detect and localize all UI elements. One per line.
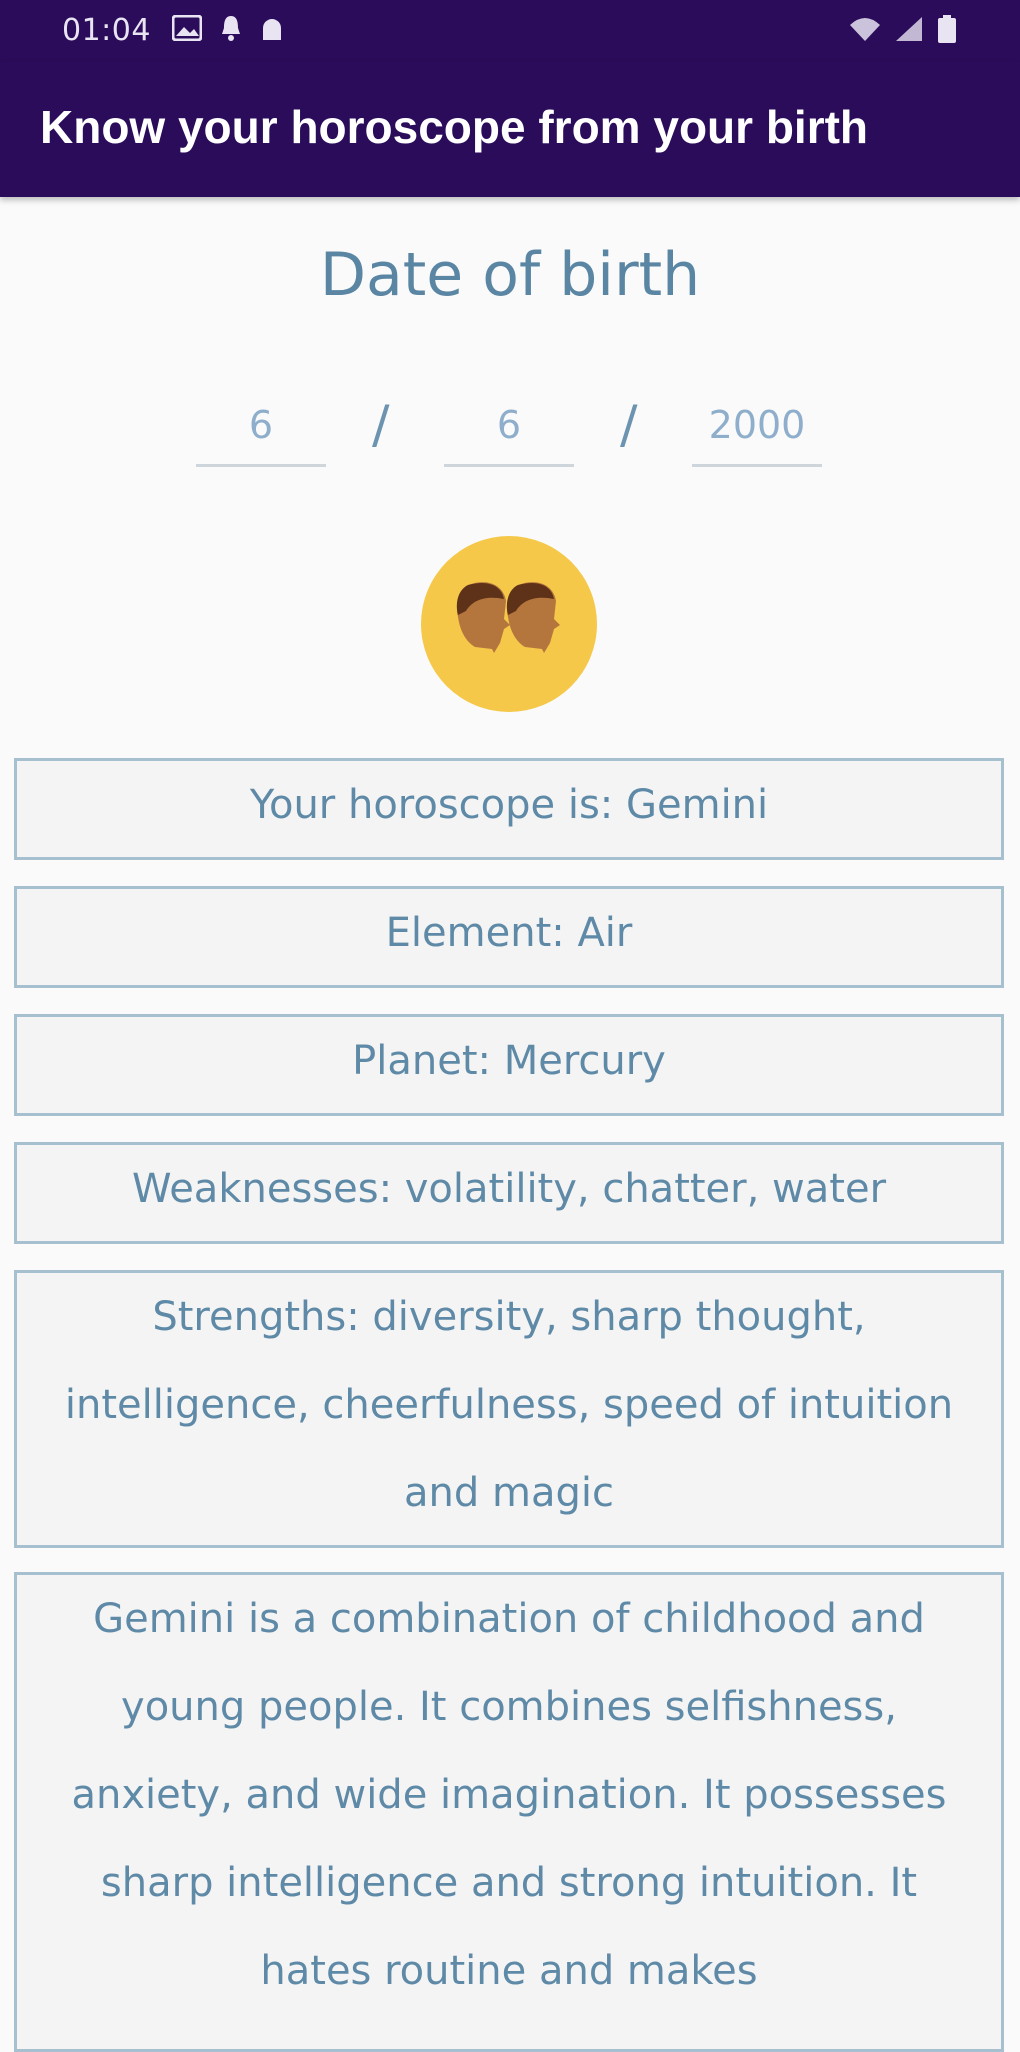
description-result: Gemini is a combination of childhood and… (14, 1572, 1004, 2052)
planet-result: Planet: Mercury (14, 1014, 1004, 1116)
status-time: 01:04 (62, 13, 151, 48)
dob-heading: Date of birth (319, 240, 701, 310)
date-input-row: 6 / 6 / 2000 (0, 390, 1020, 470)
weaknesses-result: Weaknesses: volatility, chatter, water (14, 1142, 1004, 1244)
month-input[interactable]: 6 (444, 390, 574, 467)
app-bar: Know your horoscope from your birth (0, 62, 1020, 197)
date-separator: / (620, 395, 638, 455)
notification-icon (222, 16, 240, 41)
gemini-twins-icon (421, 536, 597, 712)
status-icons-left (172, 14, 284, 42)
day-input[interactable]: 6 (196, 390, 326, 467)
strengths-result: Strengths: diversity, sharp thought, int… (14, 1270, 1004, 1548)
year-input[interactable]: 2000 (692, 390, 822, 467)
wifi-icon (850, 18, 880, 41)
horoscope-result: Your horoscope is: Gemini (14, 758, 1004, 860)
battery-icon (938, 15, 956, 43)
element-result: Element: Air (14, 886, 1004, 988)
image-icon (172, 15, 202, 41)
status-bar: 01:04 (0, 0, 1020, 62)
signal-icon (896, 17, 922, 41)
app-title: Know your horoscope from your birth (40, 101, 869, 153)
status-icons-right (848, 14, 958, 44)
date-separator: / (372, 395, 390, 455)
android-icon (263, 19, 281, 40)
